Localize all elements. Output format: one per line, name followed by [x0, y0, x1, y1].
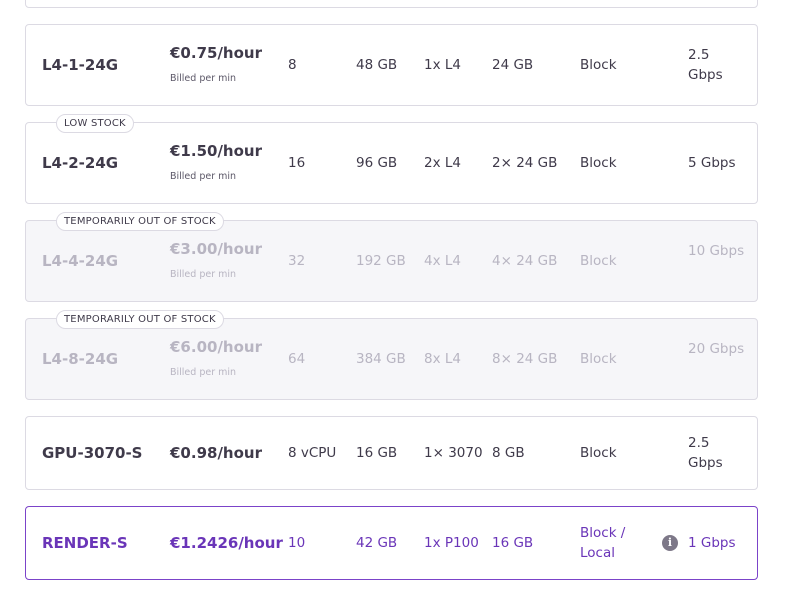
vram-value: 24 GB [492, 57, 534, 73]
billing-note: Billed per min [170, 367, 237, 378]
stock-badge: TEMPORARILY OUT OF STOCK [56, 310, 224, 329]
vram-value: 16 GB [492, 535, 534, 551]
offer-name: GPU-3070-S [42, 444, 143, 462]
offer-card-render-s[interactable]: RENDER-S €1.2426/hour 10 42 GB 1x P100 1… [25, 506, 758, 580]
info-icon[interactable]: i [662, 535, 678, 551]
offer-price: €0.75/hour [170, 44, 262, 62]
cpu-value: 32 [288, 253, 306, 269]
offer-card-l4-1-24g[interactable]: L4-1-24G €0.75/hour Billed per min 8 48 … [25, 24, 758, 106]
bandwidth-value: 1 Gbps [688, 535, 736, 551]
cpu-value: 64 [288, 351, 306, 367]
offer-name: RENDER-S [42, 534, 128, 552]
offer-price: €0.98/hour [170, 444, 262, 462]
ram-value: 192 GB [356, 253, 406, 269]
gpu-value: 1x L4 [424, 57, 461, 73]
offer-card-l4-8-24g: TEMPORARILY OUT OF STOCK L4-8-24G €6.00/… [25, 310, 758, 400]
vram-value: 8 GB [492, 445, 525, 461]
offer-card-l4-4-24g: TEMPORARILY OUT OF STOCK L4-4-24G €3.00/… [25, 212, 758, 302]
storage-value: Block / Local [580, 525, 626, 561]
storage-value: Block [580, 253, 617, 269]
billing-note: Billed per min [170, 73, 237, 84]
billing-note: Billed per min [170, 269, 237, 280]
offer-card-l4-2-24g[interactable]: LOW STOCK L4-2-24G €1.50/hour Billed per… [25, 114, 758, 204]
cpu-value: 16 [288, 155, 306, 171]
ram-value: 384 GB [356, 351, 406, 367]
offer-price: €3.00/hour [170, 240, 262, 258]
storage-value: Block [580, 445, 617, 461]
bandwidth-value: 2.5 Gbps [688, 47, 723, 83]
offer-price: €6.00/hour [170, 338, 262, 356]
storage-value: Block [580, 57, 617, 73]
cpu-value: 10 [288, 535, 306, 551]
gpu-value: 1x P100 [424, 535, 479, 551]
ram-value: 16 GB [356, 445, 398, 461]
vram-value: 4× 24 GB [492, 253, 558, 269]
offer-name: L4-8-24G [42, 350, 119, 368]
offer-name: L4-2-24G [42, 154, 119, 172]
offer-name: L4-4-24G [42, 252, 119, 270]
vram-value: 8× 24 GB [492, 351, 558, 367]
stock-badge: LOW STOCK [56, 114, 134, 133]
storage-value: Block [580, 351, 617, 367]
billing-note: Billed per min [170, 171, 237, 182]
cpu-value: 8 [288, 57, 297, 73]
cpu-value: 8 vCPU [288, 445, 337, 461]
bandwidth-value: 20 Gbps [688, 341, 745, 357]
gpu-value: 2x L4 [424, 155, 461, 171]
offer-name: L4-1-24G [42, 56, 119, 74]
vram-value: 2× 24 GB [492, 155, 558, 171]
bandwidth-value: 5 Gbps [688, 155, 736, 171]
bandwidth-value: 2.5 Gbps [688, 435, 723, 471]
gpu-value: 1× 3070 [424, 445, 483, 461]
ram-value: 48 GB [356, 57, 398, 73]
offer-card-partial[interactable] [25, 0, 758, 8]
offer-price: €1.2426/hour [170, 534, 283, 552]
stock-badge: TEMPORARILY OUT OF STOCK [56, 212, 224, 231]
gpu-value: 4x L4 [424, 253, 461, 269]
gpu-value: 8x L4 [424, 351, 461, 367]
ram-value: 42 GB [356, 535, 398, 551]
offer-card-gpu-3070-s[interactable]: GPU-3070-S €0.98/hour 8 vCPU 16 GB 1× 30… [25, 416, 758, 490]
storage-value: Block [580, 155, 617, 171]
offer-price: €1.50/hour [170, 142, 262, 160]
ram-value: 96 GB [356, 155, 398, 171]
bandwidth-value: 10 Gbps [688, 243, 745, 259]
